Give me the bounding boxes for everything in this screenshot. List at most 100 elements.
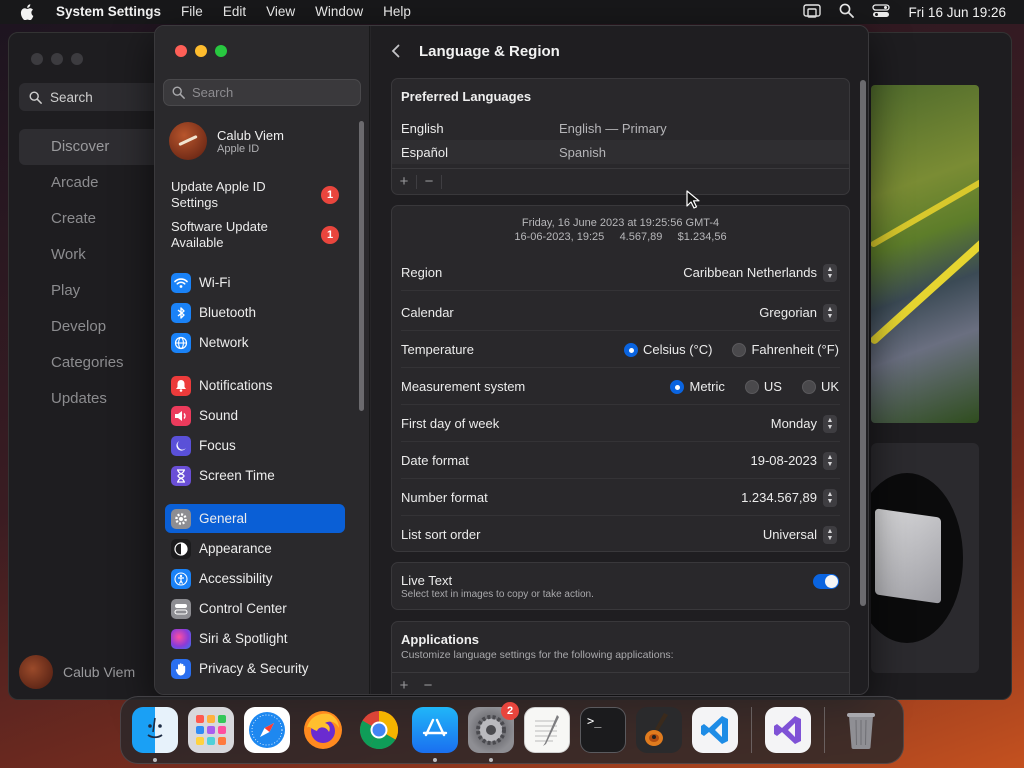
sort-order-value: Universal bbox=[762, 527, 817, 542]
radio-label: US bbox=[763, 379, 782, 394]
control-center-menu-icon[interactable] bbox=[872, 3, 891, 21]
background-nav-categories[interactable]: Categories bbox=[19, 345, 169, 381]
dock-launchpad[interactable] bbox=[185, 704, 237, 756]
running-indicator bbox=[433, 758, 437, 762]
background-close-button[interactable] bbox=[31, 53, 43, 65]
spotlight-search-icon[interactable] bbox=[839, 3, 855, 21]
language-row-spanish[interactable]: Español Spanish bbox=[392, 140, 849, 164]
add-language-button[interactable]: + bbox=[392, 173, 416, 190]
featured-app-artwork[interactable] bbox=[871, 443, 979, 673]
menu-clock[interactable]: Fri 16 Jun 19:26 bbox=[908, 5, 1006, 20]
region-value: Caribbean Netherlands bbox=[683, 265, 817, 280]
dock-system-settings[interactable]: 2 bbox=[465, 702, 519, 762]
menu-app-name[interactable]: System Settings bbox=[46, 0, 171, 24]
sidebar-item-siri-spotlight[interactable]: Siri & Spotlight bbox=[165, 624, 345, 653]
menu-view[interactable]: View bbox=[256, 0, 305, 24]
live-text-toggle[interactable] bbox=[813, 574, 839, 589]
calendar-popup[interactable]: Gregorian ▲ ▼ bbox=[759, 303, 837, 322]
background-nav-discover[interactable]: Discover bbox=[19, 129, 169, 165]
dock-textedit[interactable] bbox=[521, 704, 573, 756]
dock-vscode[interactable] bbox=[689, 704, 741, 756]
sort-order-row: List sort order Universal ▲ ▼ bbox=[392, 516, 849, 553]
applications-card: Applications Customize language settings… bbox=[391, 621, 850, 694]
temperature-options: Celsius (°C) Fahrenheit (°F) bbox=[610, 342, 839, 357]
featured-game-artwork[interactable] bbox=[871, 85, 979, 423]
minimize-button[interactable] bbox=[195, 45, 207, 57]
moon-icon bbox=[171, 435, 191, 456]
add-application-button[interactable]: + bbox=[392, 677, 416, 694]
measurement-us-radio[interactable]: US bbox=[744, 379, 782, 394]
sidebar-item-screen-time[interactable]: Screen Time bbox=[165, 461, 345, 490]
dock-firefox[interactable] bbox=[297, 704, 349, 756]
sidebar-item-label: Bluetooth bbox=[199, 305, 257, 320]
language-value: English — Primary bbox=[559, 120, 667, 136]
background-nav-arcade[interactable]: Arcade bbox=[19, 165, 169, 201]
remove-language-button[interactable]: − bbox=[417, 173, 441, 190]
menu-help[interactable]: Help bbox=[373, 0, 421, 24]
background-zoom-button[interactable] bbox=[71, 53, 83, 65]
popup-chevrons-icon: ▲ ▼ bbox=[823, 451, 837, 470]
dock-badge: 2 bbox=[501, 702, 519, 720]
language-row-english[interactable]: English English — Primary bbox=[392, 116, 849, 140]
close-button[interactable] bbox=[175, 45, 187, 57]
menu-edit[interactable]: Edit bbox=[213, 0, 256, 24]
background-nav-create[interactable]: Create bbox=[19, 201, 169, 237]
language-value: Spanish bbox=[559, 144, 606, 160]
remove-application-button[interactable]: − bbox=[416, 677, 440, 694]
background-user[interactable]: Calub Viem bbox=[19, 655, 135, 689]
region-popup[interactable]: Caribbean Netherlands ▲ ▼ bbox=[683, 263, 837, 282]
number-format-popup[interactable]: 1.234.567,89 ▲ ▼ bbox=[741, 488, 837, 507]
sidebar-scrollbar[interactable] bbox=[359, 121, 364, 411]
menu-file[interactable]: File bbox=[171, 0, 213, 24]
sidebar-item-wifi[interactable]: Wi-Fi bbox=[165, 268, 345, 297]
date-format-popup[interactable]: 19-08-2023 ▲ ▼ bbox=[751, 451, 837, 470]
format-preview: Friday, 16 June 2023 at 19:25:56 GMT-4 1… bbox=[392, 216, 849, 244]
sidebar-item-network[interactable]: Network bbox=[165, 328, 345, 357]
apple-menu-icon[interactable] bbox=[20, 4, 36, 20]
measurement-metric-radio[interactable]: Metric bbox=[670, 379, 725, 394]
sidebar-item-notifications[interactable]: Notifications bbox=[165, 371, 345, 400]
background-nav-updates[interactable]: Updates bbox=[19, 381, 169, 417]
background-minimize-button[interactable] bbox=[51, 53, 63, 65]
update-apple-id-notice[interactable]: Update Apple ID Settings 1 bbox=[171, 179, 339, 211]
live-text-description: Select text in images to copy or take ac… bbox=[401, 589, 594, 600]
dock-safari[interactable] bbox=[241, 704, 293, 756]
first-day-popup[interactable]: Monday ▲ ▼ bbox=[771, 414, 837, 433]
dock-terminal[interactable]: >_ bbox=[577, 704, 629, 756]
background-nav-work[interactable]: Work bbox=[19, 237, 169, 273]
software-update-notice[interactable]: Software Update Available 1 bbox=[171, 219, 339, 251]
dock-app-store[interactable] bbox=[409, 704, 461, 762]
sidebar-item-privacy-security[interactable]: Privacy & Security bbox=[165, 654, 345, 683]
dock-finder[interactable] bbox=[129, 704, 181, 762]
sidebar-search-field[interactable] bbox=[163, 79, 361, 106]
textedit-icon bbox=[524, 707, 570, 753]
dock-chrome[interactable] bbox=[353, 704, 405, 756]
sidebar-item-sound[interactable]: Sound bbox=[165, 401, 345, 430]
menu-window[interactable]: Window bbox=[305, 0, 373, 24]
temperature-celsius-radio[interactable]: Celsius (°C) bbox=[623, 342, 712, 357]
dock-trash[interactable] bbox=[835, 704, 887, 756]
sidebar-item-label: Wi-Fi bbox=[199, 275, 231, 290]
background-nav-develop[interactable]: Develop bbox=[19, 309, 169, 345]
screen-mirroring-icon[interactable] bbox=[803, 3, 822, 21]
pane-scrollbar[interactable] bbox=[860, 80, 866, 606]
radio-selected-icon bbox=[623, 342, 638, 357]
zoom-button[interactable] bbox=[215, 45, 227, 57]
apple-id-account[interactable]: Calub Viem Apple ID bbox=[169, 122, 284, 160]
sidebar-item-focus[interactable]: Focus bbox=[165, 431, 345, 460]
dock-visual-studio[interactable] bbox=[762, 704, 814, 756]
sidebar-item-general[interactable]: General bbox=[165, 504, 345, 533]
sidebar-item-appearance[interactable]: Appearance bbox=[165, 534, 345, 563]
temperature-fahrenheit-radio[interactable]: Fahrenheit (°F) bbox=[732, 342, 839, 357]
measurement-uk-radio[interactable]: UK bbox=[801, 379, 839, 394]
search-input[interactable] bbox=[192, 85, 352, 100]
sidebar-item-control-center[interactable]: Control Center bbox=[165, 594, 345, 623]
dock-garageband[interactable] bbox=[633, 704, 685, 756]
background-search-field[interactable]: Search bbox=[19, 83, 169, 111]
sort-order-popup[interactable]: Universal ▲ ▼ bbox=[762, 525, 837, 544]
sidebar-item-accessibility[interactable]: Accessibility bbox=[165, 564, 345, 593]
sidebar-item-bluetooth[interactable]: Bluetooth bbox=[165, 298, 345, 327]
back-chevron-icon[interactable] bbox=[391, 43, 405, 59]
applications-title: Applications bbox=[401, 632, 480, 647]
background-nav-play[interactable]: Play bbox=[19, 273, 169, 309]
